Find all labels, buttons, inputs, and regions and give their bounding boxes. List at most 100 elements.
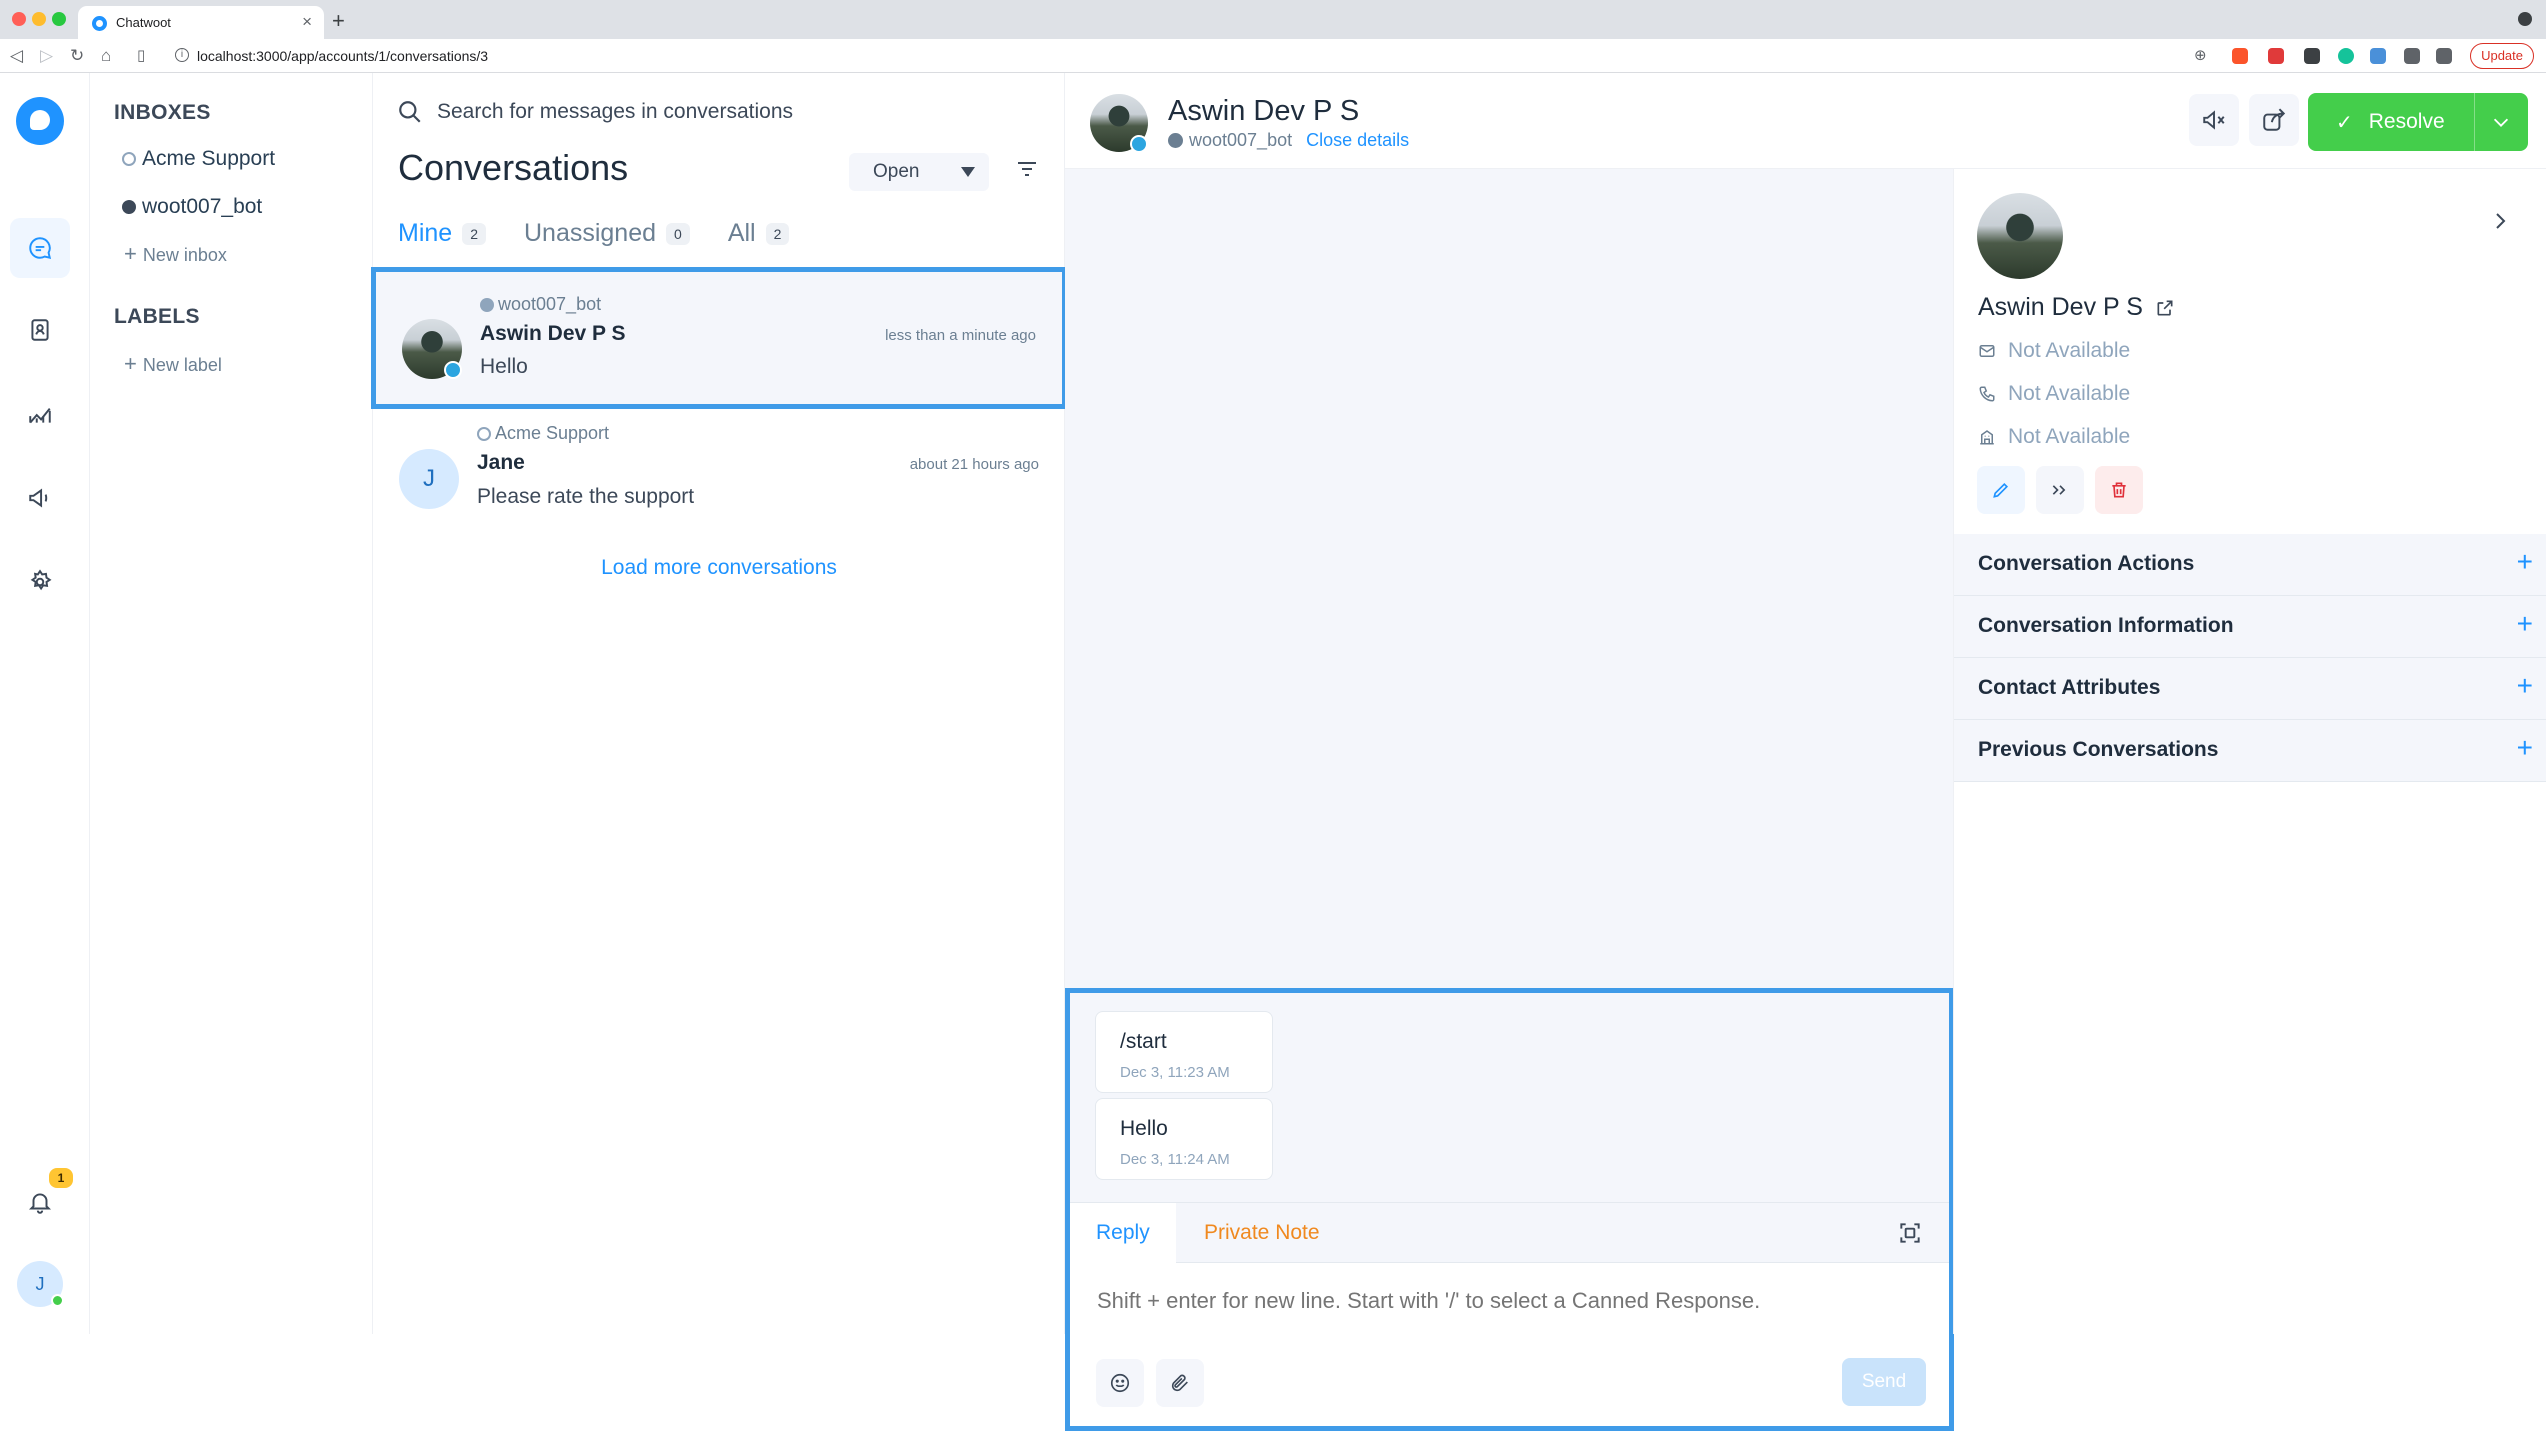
tab-mine[interactable]: Mine 2 xyxy=(398,219,486,248)
site-info-icon[interactable]: i xyxy=(175,48,189,62)
message-thread-panel: /start Dec 3, 11:23 AM Hello Dec 3, 11:2… xyxy=(1065,988,1954,1431)
address-bar: ◁ ▷ ↻ ⌂ ▯ i localhost:3000/app/accounts/… xyxy=(0,39,2546,73)
conversation-inbox: Acme Support xyxy=(477,423,609,444)
external-link-icon[interactable] xyxy=(2155,298,2175,318)
conversation-time: less than a minute ago xyxy=(885,327,1036,344)
puzzle-icon[interactable] xyxy=(2404,48,2420,64)
load-more-button[interactable]: Load more conversations xyxy=(373,556,1065,580)
back-icon[interactable]: ◁ xyxy=(10,46,23,66)
shield-extension-icon[interactable] xyxy=(2370,48,2386,64)
inbox-name: Acme Support xyxy=(495,423,610,443)
tab-title: Chatwoot xyxy=(116,15,171,30)
tab-private-note[interactable]: Private Note xyxy=(1178,1203,1346,1263)
bookmark-icon[interactable]: ▯ xyxy=(137,46,145,64)
tab-all[interactable]: All 2 xyxy=(728,219,790,248)
close-tab-icon[interactable]: × xyxy=(302,12,312,32)
campaigns-nav-icon[interactable] xyxy=(25,483,55,513)
conversation-search[interactable]: Search for messages in conversations xyxy=(397,99,793,125)
mail-icon xyxy=(1979,345,1995,357)
delete-contact-button[interactable] xyxy=(2095,466,2143,514)
conversation-card[interactable]: J Acme Support Jane Please rate the supp… xyxy=(373,407,1065,541)
reload-icon[interactable]: ↻ xyxy=(70,46,84,66)
expand-icon[interactable] xyxy=(1897,1220,1923,1246)
contact-name-row: Aswin Dev P S xyxy=(1978,293,2175,322)
new-inbox-link[interactable]: + New inbox xyxy=(124,241,227,267)
plus-icon: + xyxy=(2516,608,2533,639)
tab-count: 2 xyxy=(765,222,790,245)
section-contact-attributes[interactable]: Contact Attributes + xyxy=(1954,658,2546,720)
forward-icon[interactable]: ▷ xyxy=(40,46,53,66)
chevron-down-icon[interactable] xyxy=(2490,111,2512,133)
brave-shield-icon[interactable] xyxy=(2232,48,2248,64)
chatwoot-favicon-icon xyxy=(92,16,107,31)
plus-icon: + xyxy=(2516,732,2533,763)
send-button[interactable]: Send xyxy=(1842,1358,1926,1406)
chatwoot-logo-icon[interactable] xyxy=(16,97,64,145)
extension-icon[interactable] xyxy=(2304,48,2320,64)
minimize-window-button[interactable] xyxy=(32,12,46,26)
merge-contact-button[interactable] xyxy=(2036,466,2084,514)
url-field[interactable]: localhost:3000/app/accounts/1/conversati… xyxy=(197,48,488,64)
grammarly-icon[interactable] xyxy=(2338,48,2354,64)
new-label-link[interactable]: + New label xyxy=(124,351,222,377)
attachment-button[interactable] xyxy=(1156,1359,1204,1407)
contacts-nav-icon[interactable] xyxy=(25,315,55,345)
conversation-header: Aswin Dev P S woot007_bot Close details … xyxy=(1065,73,2546,169)
tab-reply[interactable]: Reply xyxy=(1070,1203,1176,1263)
contact-phone-row: Not Available xyxy=(1978,382,2130,406)
notifications-bell-icon[interactable] xyxy=(25,1187,55,1217)
settings-nav-icon[interactable] xyxy=(25,567,55,597)
merge-icon xyxy=(2052,485,2066,495)
maximize-window-button[interactable] xyxy=(52,12,66,26)
conversation-card-selected[interactable]: woot007_bot Aswin Dev P S Hello less tha… xyxy=(371,267,1067,409)
tab-search-icon[interactable] xyxy=(2518,12,2532,26)
reply-input[interactable] xyxy=(1097,1288,1917,1314)
search-placeholder: Search for messages in conversations xyxy=(437,100,794,123)
filter-icon[interactable] xyxy=(1015,157,1039,181)
conversations-nav-icon[interactable] xyxy=(10,218,70,278)
home-icon[interactable]: ⌂ xyxy=(101,46,111,66)
divider xyxy=(2474,93,2475,151)
building-icon xyxy=(1980,430,1994,445)
globe-icon xyxy=(477,426,491,441)
emoji-button[interactable] xyxy=(1096,1359,1144,1407)
tab-count: 0 xyxy=(666,222,690,245)
conversation-list: Search for messages in conversations Con… xyxy=(371,73,1067,1334)
reports-nav-icon[interactable] xyxy=(25,399,55,429)
check-icon: ✓ xyxy=(2336,111,2353,134)
message-text: Hello xyxy=(1120,1117,1168,1140)
close-window-button[interactable] xyxy=(12,12,26,26)
edit-contact-button[interactable] xyxy=(1977,466,2025,514)
conversation-tabs: Mine 2 Unassigned 0 All 2 xyxy=(398,219,790,248)
browser-tab[interactable]: Chatwoot × xyxy=(78,6,324,39)
mute-icon xyxy=(2203,110,2225,130)
tab-unassigned[interactable]: Unassigned 0 xyxy=(524,219,690,248)
share-button[interactable] xyxy=(2249,94,2299,146)
section-previous-conversations[interactable]: Previous Conversations + xyxy=(1954,720,2546,782)
sidebar-item-acme-support[interactable]: Acme Support xyxy=(122,147,275,171)
caret-down-icon xyxy=(961,167,975,177)
message-bubble: /start Dec 3, 11:23 AM xyxy=(1095,1011,1273,1093)
section-label: Conversation Actions xyxy=(1978,552,2195,575)
section-conversation-actions[interactable]: Conversation Actions + xyxy=(1954,534,2546,596)
status-filter-select[interactable]: Open xyxy=(849,153,989,191)
zoom-icon[interactable]: ⊕ xyxy=(2194,46,2207,64)
contact-name: Aswin Dev P S xyxy=(1168,95,1360,127)
update-button[interactable]: Update xyxy=(2470,43,2534,69)
mute-button[interactable] xyxy=(2189,94,2239,146)
telegram-badge-icon xyxy=(1130,135,1148,153)
sidebar-item-woot007-bot[interactable]: woot007_bot xyxy=(122,195,262,219)
conversation-inbox: woot007_bot xyxy=(480,294,601,315)
inboxes-heading: INBOXES xyxy=(114,101,211,124)
phone-icon xyxy=(1979,386,1995,402)
section-conversation-information[interactable]: Conversation Information + xyxy=(1954,596,2546,658)
reading-list-icon[interactable] xyxy=(2436,48,2452,64)
brave-rewards-icon[interactable] xyxy=(2268,48,2284,64)
message-bubble: Hello Dec 3, 11:24 AM xyxy=(1095,1098,1273,1180)
new-tab-icon[interactable]: + xyxy=(332,8,345,34)
contact-name: Jane xyxy=(477,451,525,474)
resolve-button[interactable]: ✓ Resolve xyxy=(2308,93,2528,151)
close-details-link[interactable]: Close details xyxy=(1306,130,1409,151)
chevron-right-icon[interactable] xyxy=(2488,209,2512,233)
conversation-subtitle: woot007_bot Close details xyxy=(1168,130,1409,151)
